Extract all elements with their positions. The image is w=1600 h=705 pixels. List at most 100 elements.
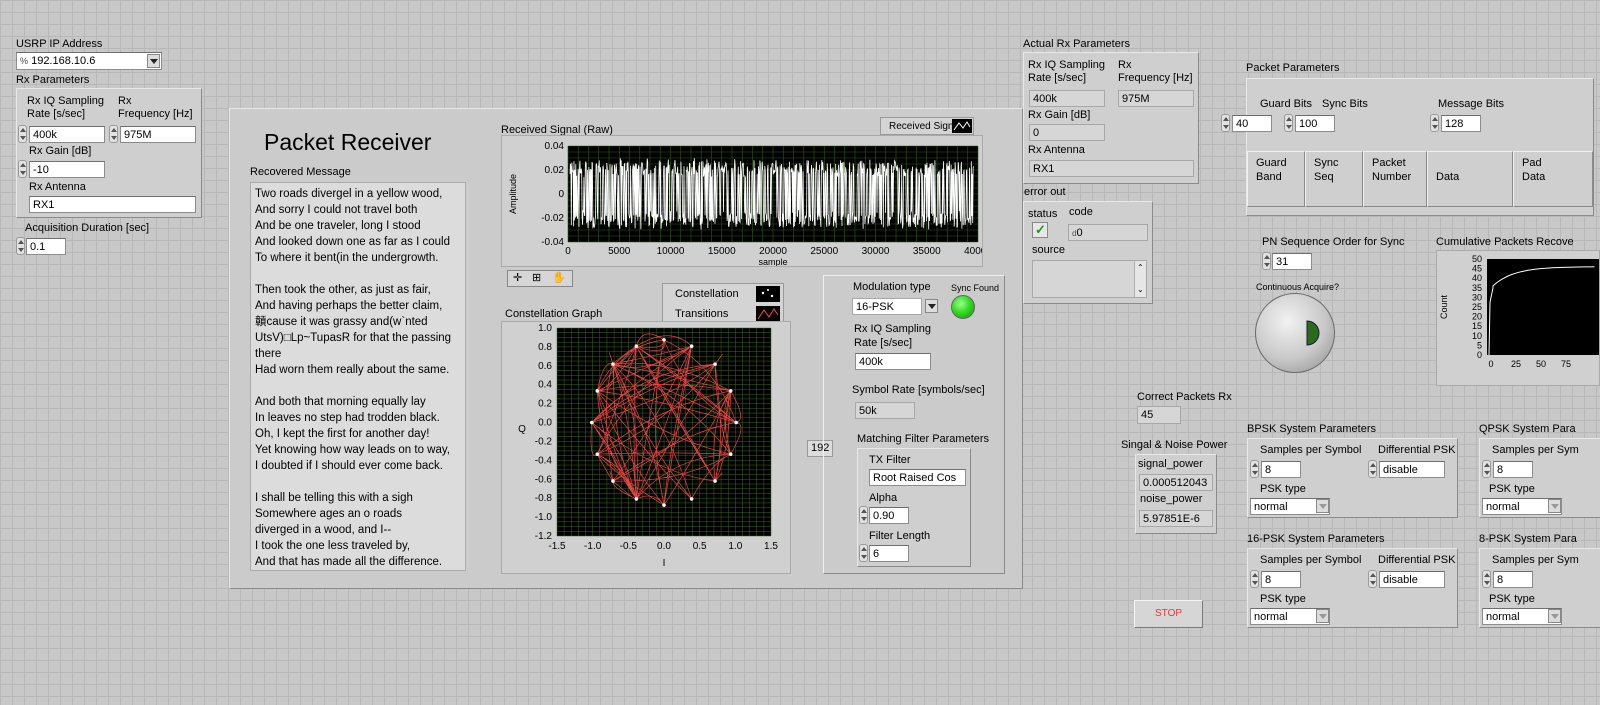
- psk8-title: 8-PSK System Para: [1479, 533, 1577, 545]
- message-bits-spin-icon[interactable]: [1430, 114, 1439, 132]
- alpha-input[interactable]: 0.90: [869, 507, 909, 524]
- tick-label: 0.0: [657, 541, 671, 552]
- actual-frequency-indicator: 975M: [1118, 90, 1194, 107]
- constellation-legend[interactable]: Constellation Transitions: [662, 283, 784, 325]
- psk16-type-dropdown-icon[interactable]: [1316, 609, 1329, 623]
- correct-packets-label: Correct Packets Rx: [1137, 391, 1232, 403]
- pn-order-input[interactable]: 31: [1272, 253, 1312, 270]
- filter-length-spin-icon[interactable]: [859, 544, 868, 562]
- cumulative-chart: 504540353025201510500 25 50 75Count: [1439, 254, 1599, 369]
- bpsk-diff-spin-icon[interactable]: [1368, 460, 1377, 478]
- recovered-message-box[interactable]: Two roads divergel in a yellow wood, And …: [250, 182, 466, 571]
- message-line: I took the one less traveled by,: [255, 540, 411, 552]
- segment-data[interactable]: Data: [1427, 151, 1513, 207]
- acquisition-duration-input[interactable]: 0.1: [26, 238, 66, 255]
- psk8-sps-input[interactable]: 8: [1493, 571, 1533, 588]
- message-line: Then took the other, as just as fair,: [255, 284, 431, 296]
- bpsk-sps-input[interactable]: 8: [1261, 461, 1301, 478]
- bpsk-type-dropdown-icon[interactable]: [1316, 499, 1329, 513]
- bpsk-diff-input[interactable]: disable: [1379, 461, 1445, 478]
- constellation-point: [634, 344, 639, 349]
- continuous-acquire-button[interactable]: [1255, 293, 1335, 373]
- recovered-message-label: Recovered Message: [250, 166, 351, 178]
- segment-pad-data[interactable]: Pad Data: [1513, 151, 1593, 207]
- cursor-move-icon[interactable]: ✛: [513, 272, 522, 285]
- zoom-icon[interactable]: ⊞: [532, 272, 541, 285]
- rx-frequency-spin-icon[interactable]: [109, 125, 118, 143]
- error-source-box[interactable]: ⌃ ⌄: [1032, 260, 1147, 298]
- pan-hand-icon[interactable]: ✋: [552, 272, 566, 285]
- rx-gain-spin-icon[interactable]: [18, 160, 27, 178]
- segment-packet-number[interactable]: Packet Number: [1363, 151, 1427, 207]
- usrp-ip-dropdown-icon[interactable]: [147, 54, 160, 68]
- tick-label: 0: [1488, 359, 1493, 369]
- sync-bits-spin-icon[interactable]: [1284, 114, 1293, 132]
- graph-palette[interactable]: ✛ ⊞ ✋: [507, 270, 573, 287]
- sync-bits-input[interactable]: 100: [1295, 115, 1335, 132]
- psk16-sps-input[interactable]: 8: [1261, 571, 1301, 588]
- tick-label: -0.4: [535, 455, 553, 466]
- tx-filter-input[interactable]: Root Raised Cos: [869, 469, 966, 486]
- psk8-sps-spin-icon[interactable]: [1482, 570, 1491, 588]
- message-line: Oh, I kept the first for another day!: [255, 428, 430, 440]
- pn-order-spin-icon[interactable]: [1262, 252, 1271, 270]
- constellation-point: [662, 338, 666, 342]
- source-scrollbar[interactable]: ⌃ ⌄: [1134, 261, 1146, 297]
- psk16-panel: Samples per Symbol Differential PSK 8 di…: [1247, 548, 1458, 628]
- bpsk-sps-spin-icon[interactable]: [1250, 460, 1259, 478]
- alpha-spin-icon[interactable]: [859, 506, 868, 524]
- segment-sync-seq[interactable]: Sync Seq: [1305, 151, 1363, 207]
- constellation-point: [595, 389, 600, 393]
- raw-signal-chart-frame: 0.04 0.02 0 -0.02 -0.04 0 5000 10000 15000 20000 2…: [501, 135, 992, 267]
- psk8-type-dropdown-icon[interactable]: [1548, 609, 1561, 623]
- modulation-type-select[interactable]: 16-PSK: [852, 298, 922, 315]
- error-out-panel: status code ✓ d0 source ⌃ ⌄: [1023, 201, 1153, 304]
- guard-bits-input[interactable]: 40: [1232, 115, 1272, 132]
- tick-label: 20000: [759, 246, 787, 257]
- tick-label: 10: [1472, 331, 1482, 341]
- rx-iq-rate-spin-icon[interactable]: [18, 125, 27, 143]
- cumulative-chart-frame: 50 45 40 35 30 25 20 15 10 5 0 0 25 50 75 Count: [1436, 250, 1600, 386]
- modulation-type-dropdown-icon[interactable]: [925, 299, 938, 313]
- power-panel: signal_power 0.000512043 noise_power 5.9…: [1135, 454, 1217, 534]
- rx-frequency-input[interactable]: 975M: [120, 126, 196, 143]
- mod-iq-rate-input[interactable]: 400k: [855, 353, 931, 370]
- tick-label: 5000: [608, 246, 631, 257]
- tick-label: I: [663, 558, 666, 569]
- raw-signal-chart: 0.040.020-0.02-0.040 5000 10000 15000 20000 2…: [508, 141, 992, 267]
- segment-guard-band[interactable]: Guard Band: [1247, 151, 1305, 207]
- rx-gain-input[interactable]: -10: [29, 161, 105, 178]
- qpsk-type-dropdown-icon[interactable]: [1548, 499, 1561, 513]
- raw-signal-legend[interactable]: Received Signal: [880, 117, 974, 135]
- tick-label: 0.2: [538, 399, 552, 410]
- tick-label: 0: [1477, 350, 1482, 360]
- usrp-ip-input[interactable]: % 192.168.10.6: [16, 52, 162, 70]
- qpsk-sps-spin-icon[interactable]: [1482, 460, 1491, 478]
- filter-length-input[interactable]: 6: [869, 545, 909, 562]
- rx-antenna-input[interactable]: RX1: [29, 196, 196, 213]
- scroll-up-icon[interactable]: ⌃: [1137, 261, 1144, 274]
- tick-label: 0.4: [538, 380, 552, 391]
- sync-found-led: [951, 295, 975, 319]
- acquisition-spin-icon[interactable]: [16, 237, 25, 255]
- usrp-ip-label: USRP IP Address: [16, 38, 103, 50]
- tick-label: -0.2: [535, 436, 553, 447]
- tick-label: 0.0: [538, 418, 552, 429]
- psk16-sps-spin-icon[interactable]: [1250, 570, 1259, 588]
- stop-button[interactable]: STOP: [1134, 600, 1203, 628]
- psk16-diff-spin-icon[interactable]: [1368, 570, 1377, 588]
- message-bits-input[interactable]: 128: [1441, 115, 1481, 132]
- qpsk-sps-input[interactable]: 8: [1493, 461, 1533, 478]
- tick-label: 0.5: [693, 541, 707, 552]
- qpsk-title: QPSK System Para: [1479, 423, 1576, 435]
- page-title: Packet Receiver: [264, 129, 432, 155]
- tick-label: Count: [1439, 295, 1449, 320]
- packet-params-title: Packet Parameters: [1246, 62, 1340, 74]
- symbol-rate-indicator: 50k: [855, 402, 915, 419]
- rx-iq-rate-input[interactable]: 400k: [29, 126, 105, 143]
- scroll-down-icon[interactable]: ⌄: [1137, 283, 1144, 296]
- message-line: And be one traveler, long I stood: [255, 220, 421, 232]
- guard-bits-spin-icon[interactable]: [1221, 114, 1230, 132]
- tick-label: 15000: [708, 246, 736, 257]
- psk16-diff-input[interactable]: disable: [1379, 571, 1445, 588]
